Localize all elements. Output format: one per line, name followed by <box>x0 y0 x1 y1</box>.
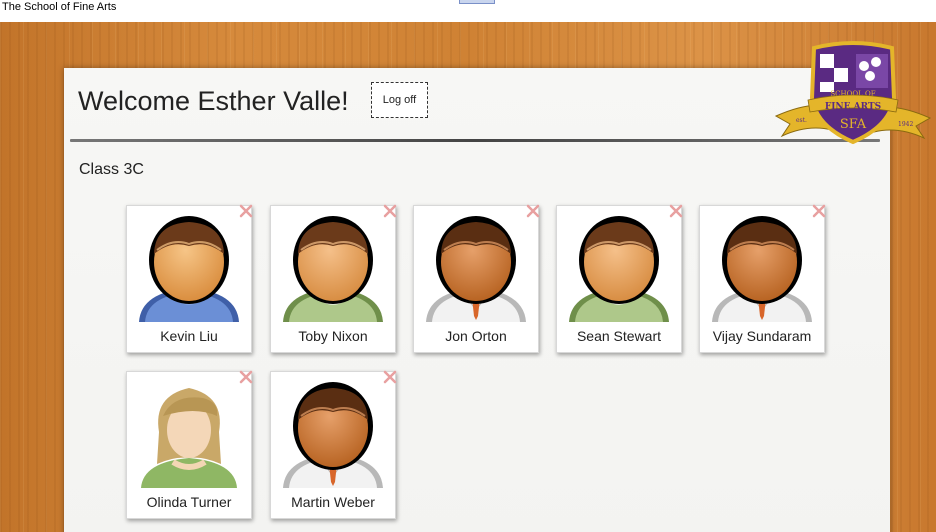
remove-icon[interactable] <box>811 203 827 219</box>
remove-icon[interactable] <box>668 203 684 219</box>
student-name: Kevin Liu <box>160 328 218 344</box>
male-avatar-icon <box>706 210 818 322</box>
log-off-button[interactable]: Log off <box>371 82 428 118</box>
student-card-olinda-turner[interactable]: Olinda Turner <box>126 369 254 519</box>
remove-icon[interactable] <box>238 369 254 385</box>
remove-icon[interactable] <box>382 203 398 219</box>
school-crest-logo: SCHOOL OF FINE ARTS SFA est. 1942 <box>774 41 932 145</box>
crest-right-ribbon: 1942 <box>898 121 913 128</box>
student-card-toby-nixon[interactable]: Toby Nixon <box>270 203 398 353</box>
male-avatar-icon <box>277 210 389 322</box>
class-title: Class 3C <box>79 161 144 178</box>
window-titlebar: The School of Fine Arts <box>0 0 936 22</box>
student-card-martin-weber[interactable]: Martin Weber <box>270 369 398 519</box>
male-avatar-icon <box>420 210 532 322</box>
titlebar-tab-handle[interactable] <box>459 0 495 4</box>
header-divider <box>70 139 880 142</box>
male-avatar-icon <box>563 210 675 322</box>
remove-icon[interactable] <box>238 203 254 219</box>
student-name: Sean Stewart <box>576 328 662 344</box>
student-card-sean-stewart[interactable]: Sean Stewart <box>556 203 684 353</box>
student-card-vijay-sundaram[interactable]: Vijay Sundaram <box>699 203 827 353</box>
student-card-jon-orton[interactable]: Jon Orton <box>413 203 541 353</box>
female-avatar-icon <box>133 376 245 488</box>
student-card-kevin-liu[interactable]: Kevin Liu <box>126 203 254 353</box>
student-name: Jon Orton <box>445 328 507 344</box>
crest-line2: FINE ARTS <box>825 102 881 112</box>
welcome-heading: Welcome Esther Valle! <box>78 86 349 116</box>
student-name: Toby Nixon <box>298 328 368 344</box>
student-name: Olinda Turner <box>146 494 232 510</box>
remove-icon[interactable] <box>382 369 398 385</box>
male-avatar-icon <box>277 376 389 488</box>
crest-left-ribbon: est. <box>796 117 807 124</box>
male-avatar-icon <box>133 210 245 322</box>
remove-icon[interactable] <box>525 203 541 219</box>
crest-initials: SFA <box>840 117 867 132</box>
window-title: The School of Fine Arts <box>2 1 117 13</box>
student-name: Martin Weber <box>291 494 375 510</box>
student-name: Vijay Sundaram <box>712 328 812 344</box>
